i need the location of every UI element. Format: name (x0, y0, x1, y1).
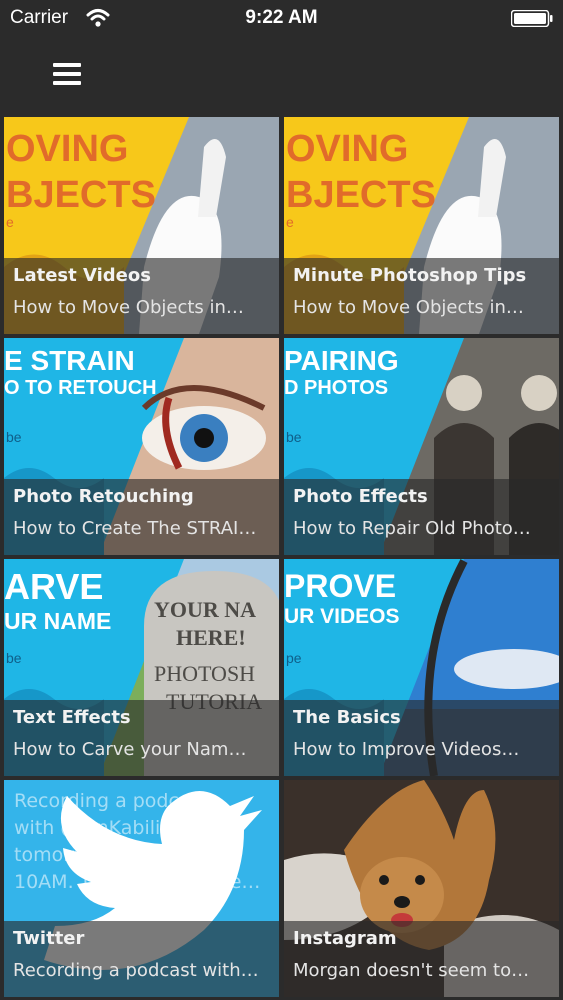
stone-text-line2: HERE! (176, 625, 246, 650)
thumbnail-text-line1: PROVE (284, 568, 396, 604)
tile-title: Photo Effects (293, 486, 428, 507)
thumbnail-text-line1: E STRAIN (4, 345, 135, 376)
thumbnail-text-line2: UR NAME (4, 608, 111, 634)
thumbnail-text-line2: BJECTS (286, 174, 436, 216)
tile-subtitle: Morgan doesn't seem to… (293, 960, 530, 981)
tile-subtitle: How to Move Objects in… (293, 297, 524, 318)
tile-caption: Minute Photoshop Tips How to Move Object… (284, 258, 559, 334)
battery-full-icon (511, 10, 553, 27)
tweet-line: 10AM. This means I nee… (14, 871, 261, 893)
thumbnail-logo-letter: be (286, 429, 302, 445)
tile-twitter[interactable]: Recording a podcast with @JanKabili tomo… (4, 780, 279, 997)
stone-text-line1: YOUR NA (154, 597, 256, 622)
tile-title: Minute Photoshop Tips (293, 265, 527, 286)
tile-caption: The Basics How to Improve Videos… (284, 700, 559, 776)
tile-latest-videos[interactable]: OVING BJECTS e Latest Videos How to Move… (4, 117, 279, 334)
thumbnail-logo-letter: pe (286, 650, 302, 666)
thumbnail-text-line2: UR VIDEOS (284, 605, 400, 628)
tile-title: Twitter (13, 928, 85, 949)
thumbnail-text-line2: BJECTS (6, 174, 156, 216)
tile-text-effects[interactable]: YOUR NA HERE! PHOTOSH TUTORIA ARVE UR NA… (4, 559, 279, 776)
thumbnail-text-line1: ARVE (4, 566, 103, 607)
thumbnail-text-line2: O TO RETOUCH (4, 377, 157, 399)
tile-caption: Instagram Morgan doesn't seem to… (284, 921, 559, 997)
thumbnail-text-line2: D PHOTOS (284, 377, 388, 399)
tile-subtitle: How to Improve Videos… (293, 739, 520, 760)
stone-text-line3: PHOTOSH (154, 661, 255, 686)
hamburger-menu-icon[interactable] (47, 58, 87, 92)
tile-subtitle: Recording a podcast with… (13, 960, 259, 981)
tile-title: Text Effects (13, 707, 131, 728)
thumbnail-logo-letter: be (6, 650, 22, 666)
tile-photo-retouching[interactable]: E STRAIN O TO RETOUCH be Photo Retouchin… (4, 338, 279, 555)
thumbnail-text-line1: PAIRING (284, 345, 399, 376)
tile-subtitle: How to Move Objects in… (13, 297, 244, 318)
feed-grid: OVING BJECTS e Latest Videos How to Move… (0, 116, 563, 1000)
clock-time: 9:22 AM (245, 7, 318, 28)
tweet-text: Recording a podcast with @JanKabili tomo… (14, 788, 274, 896)
thumbnail-logo-letter: e (286, 214, 294, 230)
status-bar: Carrier 9:22 AM (0, 0, 563, 38)
tweet-line: tomorrow morning at (14, 844, 216, 866)
tile-minute-photoshop-tips[interactable]: OVING BJECTS e Minute Photoshop Tips How… (284, 117, 559, 334)
tile-subtitle: How to Create The STRAI… (13, 518, 257, 539)
thumbnail-text-line1: OVING (6, 128, 128, 170)
tile-title: Latest Videos (13, 265, 151, 286)
tile-the-basics[interactable]: PROVE UR VIDEOS pe The Basics How to Imp… (284, 559, 559, 776)
tweet-line: Recording a podcast (14, 790, 208, 812)
tile-title: Instagram (293, 928, 397, 949)
thumbnail-text-line1: OVING (286, 128, 408, 170)
tile-title: Photo Retouching (13, 486, 194, 507)
navigation-bar (0, 38, 563, 116)
tile-caption: Twitter Recording a podcast with… (4, 921, 279, 997)
tweet-line: with @JanKabili (14, 817, 161, 839)
tile-title: The Basics (293, 707, 401, 728)
tile-caption: Latest Videos How to Move Objects in… (4, 258, 279, 334)
thumbnail-logo-letter: e (6, 214, 14, 230)
tile-subtitle: How to Repair Old Photo… (293, 518, 531, 539)
tile-caption: Text Effects How to Carve your Nam… (4, 700, 279, 776)
tile-photo-effects[interactable]: PAIRING D PHOTOS be Photo Effects How to… (284, 338, 559, 555)
tile-caption: Photo Retouching How to Create The STRAI… (4, 479, 279, 555)
tile-subtitle: How to Carve your Nam… (13, 739, 247, 760)
thumbnail-logo-letter: be (6, 429, 22, 445)
tile-caption: Photo Effects How to Repair Old Photo… (284, 479, 559, 555)
tile-instagram[interactable]: Instagram Morgan doesn't seem to… (284, 780, 559, 997)
